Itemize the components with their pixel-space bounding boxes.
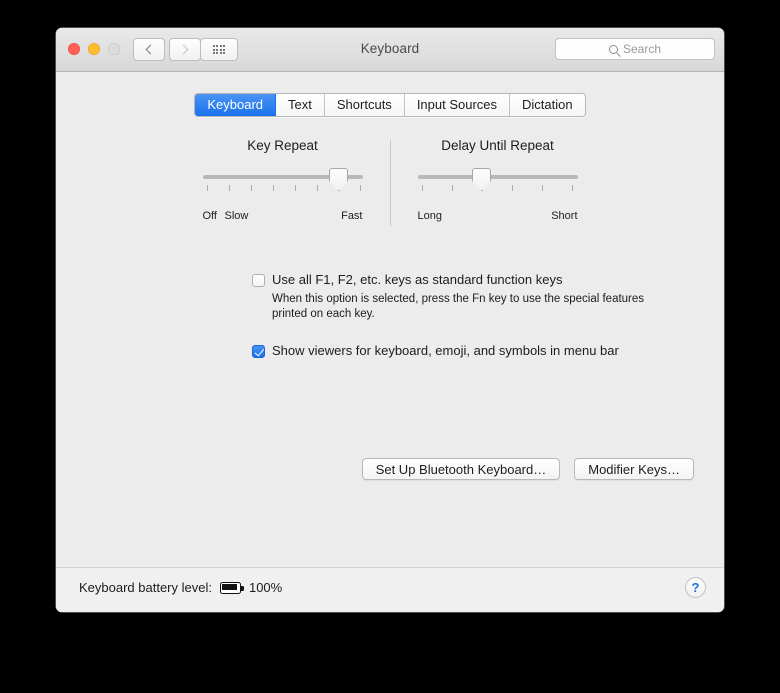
options-section: Use all F1, F2, etc. keys as standard fu… <box>252 272 672 359</box>
slider-section: Key Repeat Off Slow Fast Delay Until Rep… <box>56 138 724 226</box>
delay-until-repeat-slider[interactable] <box>417 167 578 207</box>
desktop-background: Keyboard Search Keyboard Text Shortcuts … <box>0 0 780 693</box>
function-keys-label: Use all F1, F2, etc. keys as standard fu… <box>272 272 563 287</box>
key-repeat-slider[interactable] <box>202 167 363 207</box>
key-repeat-group: Key Repeat Off Slow Fast <box>176 138 390 226</box>
delay-until-repeat-group: Delay Until Repeat Long Short <box>391 138 605 226</box>
key-repeat-label-slow: Slow <box>224 210 249 222</box>
search-icon <box>608 44 618 54</box>
tab-input-sources[interactable]: Input Sources <box>404 94 511 116</box>
preferences-content: Keyboard Text Shortcuts Input Sources Di… <box>56 72 724 567</box>
key-repeat-title: Key Repeat <box>247 138 318 153</box>
slider-track <box>417 175 578 179</box>
tab-keyboard[interactable]: Keyboard <box>195 94 277 116</box>
status-bar: Keyboard battery level: 100% ? <box>56 567 724 612</box>
tab-dictation[interactable]: Dictation <box>510 94 585 116</box>
show-viewers-checkbox[interactable] <box>252 345 265 358</box>
function-keys-checkbox[interactable] <box>252 274 265 287</box>
key-repeat-label-off: Off <box>202 210 217 222</box>
tab-text[interactable]: Text <box>276 94 325 116</box>
battery-full-icon <box>219 581 244 594</box>
option-function-keys: Use all F1, F2, etc. keys as standard fu… <box>252 272 672 322</box>
action-buttons: Set Up Bluetooth Keyboard… Modifier Keys… <box>361 458 694 480</box>
key-repeat-labels: Off Slow Fast <box>203 210 363 226</box>
battery-percent-value: 100% <box>248 580 283 595</box>
set-up-bluetooth-keyboard-button[interactable]: Set Up Bluetooth Keyboard… <box>361 458 561 480</box>
battery-level-label: Keyboard battery level: <box>79 580 212 595</box>
window-titlebar: Keyboard Search <box>56 28 724 72</box>
delay-label-long: Long <box>417 210 442 222</box>
delay-until-repeat-title: Delay Until Repeat <box>441 138 554 153</box>
key-repeat-label-fast: Fast <box>341 210 363 222</box>
modifier-keys-button[interactable]: Modifier Keys… <box>574 458 694 480</box>
option-show-viewers: Show viewers for keyboard, emoji, and sy… <box>252 343 672 359</box>
delay-label-short: Short <box>551 210 578 222</box>
function-keys-help-text: When this option is selected, press the … <box>272 293 645 320</box>
help-button[interactable]: ? <box>685 577 706 598</box>
battery-status: Keyboard battery level: 100% <box>79 580 282 595</box>
tab-bar: Keyboard Text Shortcuts Input Sources Di… <box>56 93 724 117</box>
delay-until-repeat-labels: Long Short <box>418 210 578 226</box>
tab-shortcuts[interactable]: Shortcuts <box>324 94 405 116</box>
function-keys-checkbox-row[interactable]: Use all F1, F2, etc. keys as standard fu… <box>252 272 672 288</box>
search-input[interactable]: Search <box>555 38 715 60</box>
show-viewers-label: Show viewers for keyboard, emoji, and sy… <box>272 343 619 358</box>
show-viewers-checkbox-row[interactable]: Show viewers for keyboard, emoji, and sy… <box>252 343 672 359</box>
keyboard-preferences-window: Keyboard Search Keyboard Text Shortcuts … <box>56 28 724 612</box>
search-placeholder: Search <box>622 42 662 56</box>
slider-ticks <box>418 185 578 192</box>
